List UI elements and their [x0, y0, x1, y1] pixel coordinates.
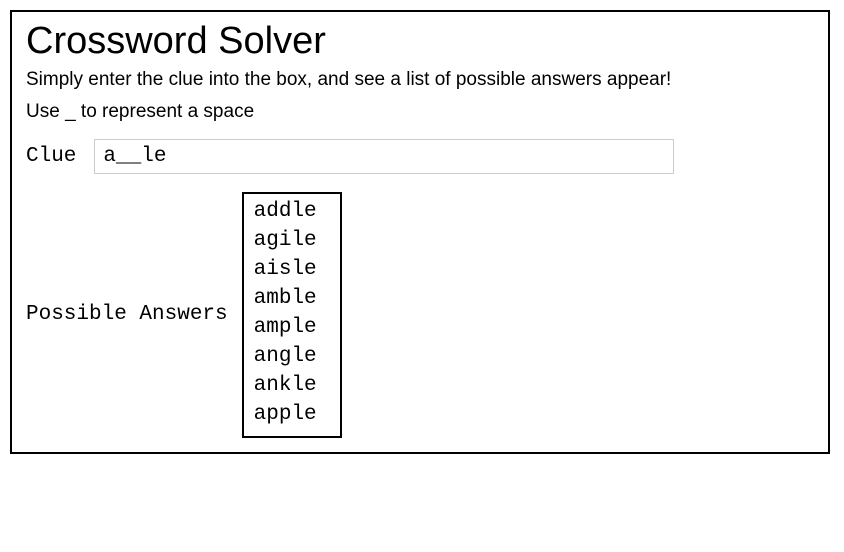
answer-item: amble	[254, 285, 328, 314]
answer-item: ankle	[254, 372, 328, 401]
answers-row: Possible Answers addle agile aisle amble…	[26, 192, 814, 438]
clue-row: Clue	[26, 139, 814, 174]
answer-item: apple	[254, 401, 328, 430]
usage-hint: Use _ to represent a space	[26, 101, 814, 123]
page-title: Crossword Solver	[26, 20, 814, 63]
answer-item: ample	[254, 314, 328, 343]
clue-input[interactable]	[94, 139, 674, 174]
answer-item: angle	[254, 343, 328, 372]
answer-item: agile	[254, 227, 328, 256]
answer-item: addle	[254, 198, 328, 227]
app-container: Crossword Solver Simply enter the clue i…	[10, 10, 830, 454]
answers-label: Possible Answers	[26, 303, 228, 326]
answer-item: aisle	[254, 256, 328, 285]
answers-box: addle agile aisle amble ample angle ankl…	[242, 192, 342, 438]
clue-label: Clue	[26, 145, 76, 168]
page-subtitle: Simply enter the clue into the box, and …	[26, 69, 814, 91]
